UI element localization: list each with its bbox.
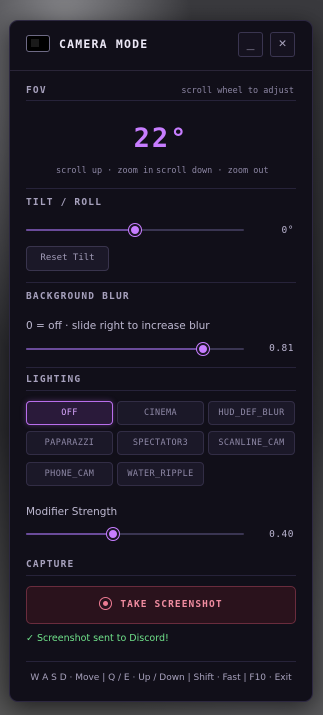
- fov-scroll-up-hint: scroll up · zoom in: [56, 166, 154, 176]
- lighting-option-off[interactable]: OFF: [26, 401, 113, 425]
- blur-slider-fill: [26, 348, 203, 350]
- tilt-slider-thumb[interactable]: [129, 224, 141, 236]
- modifier-strength-label: Modifier Strength: [26, 506, 118, 518]
- tilt-value: 0°: [281, 225, 294, 236]
- fov-scroll-down-hint: scroll down · zoom out: [156, 166, 269, 176]
- modifier-slider-fill: [26, 533, 113, 535]
- tilt-slider-fill: [26, 229, 135, 231]
- capture-status: ✓ Screenshot sent to Discord!: [26, 633, 169, 644]
- divider: [26, 661, 296, 662]
- keybind-footer: W A S D · Move | Q / E · Up / Down | Shi…: [30, 673, 292, 683]
- fov-hint: scroll wheel to adjust: [181, 86, 294, 96]
- blur-slider-thumb[interactable]: [197, 343, 209, 355]
- reset-tilt-button[interactable]: Reset Tilt: [26, 246, 109, 271]
- lighting-option-paparazzi[interactable]: PAPARAZZI: [26, 431, 113, 455]
- take-screenshot-button[interactable]: TAKE SCREENSHOT: [26, 586, 296, 624]
- lighting-option-cinema[interactable]: CINEMA: [117, 401, 204, 425]
- camera-mode-panel: CAMERA MODE _ ✕ FOV scroll wheel to adju…: [9, 20, 313, 702]
- modifier-slider-thumb[interactable]: [107, 528, 119, 540]
- capture-label: CAPTURE: [26, 559, 75, 570]
- lighting-option-scanline-cam[interactable]: SCANLINE_CAM: [208, 431, 295, 455]
- close-button[interactable]: ✕: [270, 32, 295, 57]
- tilt-label: TILT / ROLL: [26, 197, 103, 208]
- lighting-option-spectator3[interactable]: SPECTATOR3: [117, 431, 204, 455]
- tilt-slider[interactable]: [26, 224, 244, 236]
- lighting-label: LIGHTING: [26, 374, 82, 385]
- divider: [26, 367, 296, 368]
- camera-mode-icon: [26, 35, 50, 52]
- divider: [26, 575, 296, 576]
- lighting-option-hud-def-blur[interactable]: HUD_DEF_BLUR: [208, 401, 295, 425]
- blur-description: 0 = off · slide right to increase blur: [26, 320, 210, 332]
- lighting-option-water-ripple[interactable]: WATER_RIPPLE: [117, 462, 204, 486]
- divider: [26, 282, 296, 283]
- title-bar[interactable]: CAMERA MODE _ ✕: [10, 21, 312, 71]
- minimize-button[interactable]: _: [238, 32, 263, 57]
- record-icon: [99, 597, 113, 610]
- divider: [26, 390, 296, 391]
- fov-label: FOV: [26, 85, 47, 96]
- fov-value[interactable]: 22°: [10, 123, 312, 154]
- divider: [26, 188, 296, 189]
- blur-label: BACKGROUND BLUR: [26, 291, 130, 302]
- modifier-strength-value: 0.40: [269, 529, 294, 540]
- panel-title: CAMERA MODE: [59, 37, 149, 51]
- modifier-strength-slider[interactable]: [26, 528, 244, 540]
- lighting-option-phone-cam[interactable]: PHONE_CAM: [26, 462, 113, 486]
- divider: [26, 100, 296, 101]
- blur-slider[interactable]: [26, 343, 244, 355]
- blur-value: 0.81: [269, 343, 294, 354]
- take-screenshot-label: TAKE SCREENSHOT: [120, 599, 223, 610]
